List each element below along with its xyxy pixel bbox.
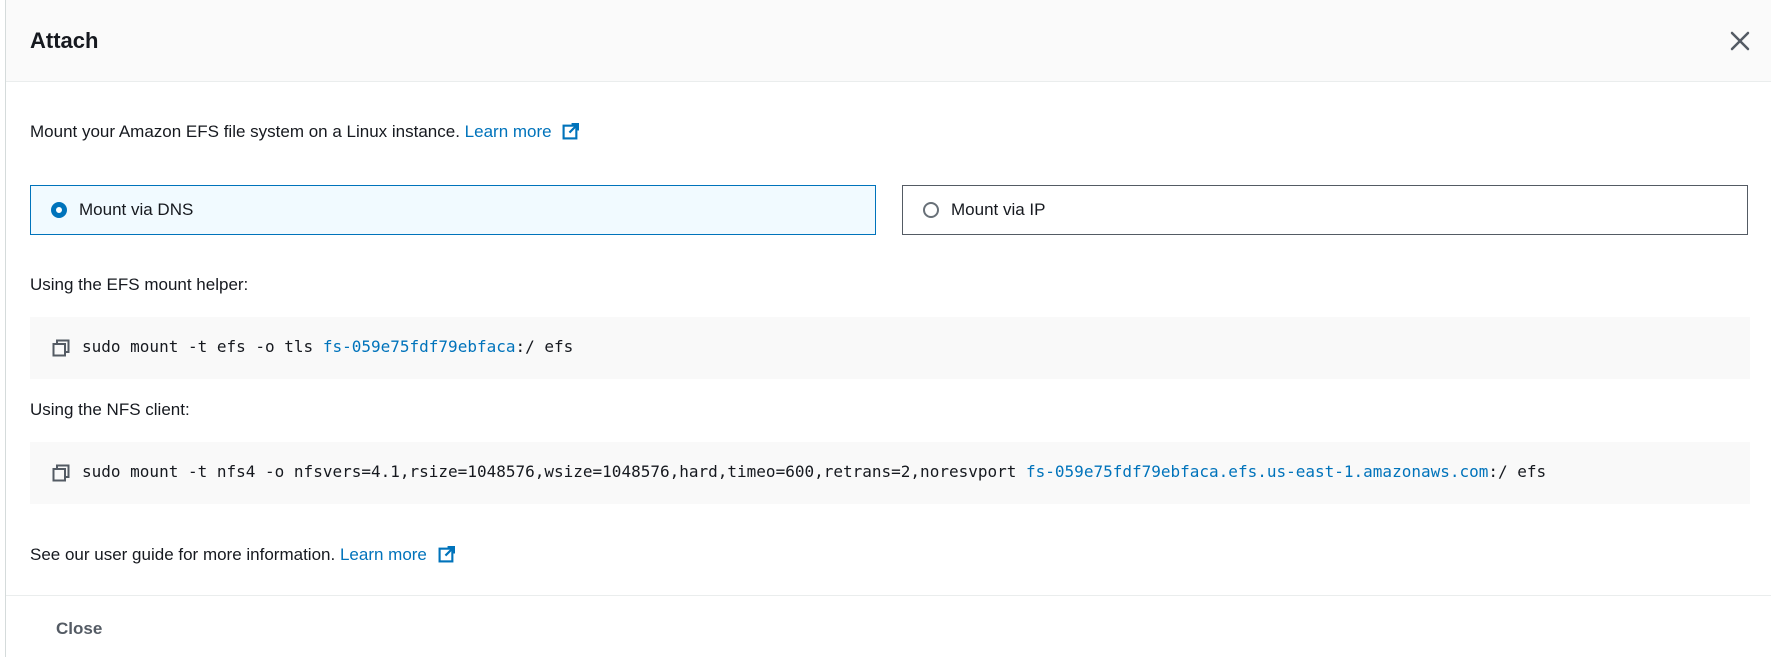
close-button[interactable]: Close [56, 619, 102, 639]
modal-header: Attach [6, 0, 1771, 82]
copy-icon[interactable] [52, 339, 70, 357]
close-icon[interactable] [1729, 30, 1751, 52]
nfs-client-command: sudo mount -t nfs4 -o nfsvers=4.1,rsize=… [82, 462, 1546, 481]
external-link-icon [562, 123, 580, 140]
footer-divider [6, 595, 1771, 596]
mount-via-dns-label: Mount via DNS [79, 200, 194, 219]
command-prefix: sudo mount -t efs -o tls [82, 337, 323, 356]
radio-button[interactable] [923, 202, 939, 218]
mount-via-ip-option[interactable]: Mount via IP [902, 185, 1748, 235]
command-suffix: :/ efs [515, 337, 574, 356]
intro-text: Mount your Amazon EFS file system on a L… [30, 122, 460, 141]
external-link-icon [438, 546, 455, 563]
footer-learn-more-link[interactable]: Learn more [340, 545, 455, 564]
efs-helper-label: Using the EFS mount helper: [30, 275, 249, 294]
footer-info-text: See our user guide for more information. [30, 545, 336, 564]
learn-more-label: Learn more [464, 122, 552, 141]
mount-via-ip-label: Mount via IP [951, 200, 1046, 219]
intro-text-row: Mount your Amazon EFS file system on a L… [30, 122, 580, 142]
modal-title: Attach [30, 28, 99, 53]
footer-info-row: See our user guide for more information.… [30, 545, 455, 565]
mount-via-dns-option[interactable]: Mount via DNS [30, 185, 876, 235]
dns-name-link: fs-059e75fdf79ebfaca.efs.us-east-1.amazo… [1026, 462, 1489, 481]
copy-icon[interactable] [52, 464, 70, 482]
learn-more-link[interactable]: Learn more [465, 122, 580, 141]
file-system-id-link: fs-059e75fdf79ebfaca [322, 337, 516, 356]
command-suffix: :/ efs [1488, 462, 1547, 481]
nfs-client-label: Using the NFS client: [30, 400, 190, 419]
efs-helper-command: sudo mount -t efs -o tls fs-059e75fdf79e… [82, 337, 573, 356]
command-prefix: sudo mount -t nfs4 -o nfsvers=4.1,rsize=… [82, 462, 1027, 481]
radio-button-selected[interactable] [51, 202, 67, 218]
attach-modal: Attach Mount your Amazon EFS file system… [5, 0, 1771, 657]
efs-helper-command-box: sudo mount -t efs -o tls fs-059e75fdf79e… [30, 317, 1750, 379]
footer-learn-more-label: Learn more [339, 545, 427, 564]
nfs-client-command-box: sudo mount -t nfs4 -o nfsvers=4.1,rsize=… [30, 442, 1750, 504]
